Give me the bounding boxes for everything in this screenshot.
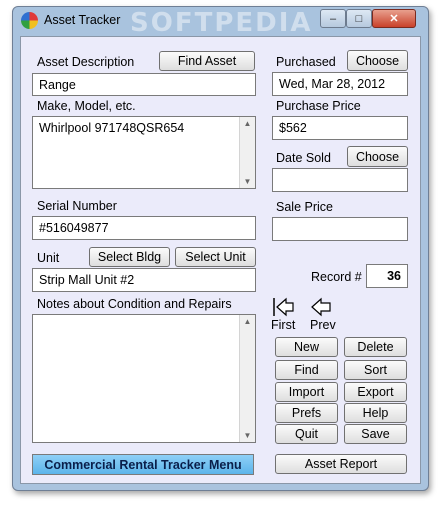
watermark: SOFTPEDIA bbox=[130, 8, 313, 38]
prev-arrow-icon bbox=[311, 297, 331, 317]
select-bldg-button[interactable]: Select Bldg bbox=[89, 247, 170, 267]
record-number-label: Record # bbox=[311, 270, 362, 284]
purchase-price-field[interactable]: $562 bbox=[272, 116, 408, 140]
purchased-date-field[interactable]: Wed, Mar 28, 2012 bbox=[272, 72, 408, 96]
select-unit-button[interactable]: Select Unit bbox=[175, 247, 256, 267]
record-number-field[interactable]: 36 bbox=[366, 264, 408, 288]
date-sold-field[interactable] bbox=[272, 168, 408, 192]
notes-scrollbar[interactable]: ▲ ▼ bbox=[239, 315, 255, 442]
choose-purchased-date-button[interactable]: Choose bbox=[347, 50, 408, 71]
first-record-button[interactable] bbox=[272, 297, 296, 317]
make-model-textarea[interactable]: Whirlpool 971748QSR654 ▲ ▼ bbox=[32, 116, 256, 189]
asset-description-label: Asset Description bbox=[37, 55, 135, 69]
scroll-up-icon[interactable]: ▲ bbox=[240, 119, 255, 128]
choose-sold-date-button[interactable]: Choose bbox=[347, 146, 408, 167]
unit-field[interactable]: Strip Mall Unit #2 bbox=[32, 268, 256, 292]
make-model-label: Make, Model, etc. bbox=[37, 99, 136, 113]
find-asset-button[interactable]: Find Asset bbox=[159, 51, 255, 71]
close-icon: ✕ bbox=[389, 13, 399, 25]
maximize-button[interactable]: □ bbox=[346, 9, 372, 28]
sale-price-field[interactable] bbox=[272, 217, 408, 241]
scroll-down-icon[interactable]: ▼ bbox=[240, 431, 255, 440]
commercial-rental-tracker-menu-button[interactable]: Commercial Rental Tracker Menu bbox=[32, 454, 254, 475]
save-button[interactable]: Save bbox=[344, 424, 407, 444]
delete-button[interactable]: Delete bbox=[344, 337, 407, 357]
close-button[interactable]: ✕ bbox=[372, 9, 416, 28]
sale-price-label: Sale Price bbox=[276, 200, 333, 214]
date-sold-label: Date Sold bbox=[276, 151, 331, 165]
app-icon bbox=[21, 12, 38, 29]
prefs-button[interactable]: Prefs bbox=[275, 403, 338, 423]
asset-description-field[interactable]: Range bbox=[32, 73, 256, 96]
new-button[interactable]: New bbox=[275, 337, 338, 357]
unit-label: Unit bbox=[37, 251, 60, 265]
prev-label: Prev bbox=[310, 318, 336, 332]
prev-record-button[interactable] bbox=[310, 297, 334, 317]
serial-number-label: Serial Number bbox=[37, 199, 117, 213]
sort-button[interactable]: Sort bbox=[344, 360, 407, 380]
find-button[interactable]: Find bbox=[275, 360, 338, 380]
window-title: Asset Tracker bbox=[44, 13, 121, 27]
notes-textarea[interactable]: ▲ ▼ bbox=[32, 314, 256, 443]
asset-report-button[interactable]: Asset Report bbox=[275, 454, 407, 474]
purchase-price-label: Purchase Price bbox=[276, 99, 361, 113]
minimize-button[interactable]: – bbox=[320, 9, 346, 28]
help-button[interactable]: Help bbox=[344, 403, 407, 423]
minimize-icon: – bbox=[329, 12, 337, 25]
notes-label: Notes about Condition and Repairs bbox=[37, 297, 232, 311]
export-button[interactable]: Export bbox=[344, 382, 407, 402]
import-button[interactable]: Import bbox=[275, 382, 338, 402]
serial-number-field[interactable]: #516049877 bbox=[32, 216, 256, 240]
quit-button[interactable]: Quit bbox=[275, 424, 338, 444]
make-model-text: Whirlpool 971748QSR654 bbox=[39, 121, 185, 135]
scroll-down-icon[interactable]: ▼ bbox=[240, 177, 255, 186]
maximize-icon: □ bbox=[355, 12, 363, 25]
first-label: First bbox=[271, 318, 296, 332]
purchased-label: Purchased bbox=[276, 55, 336, 69]
make-model-scrollbar[interactable]: ▲ ▼ bbox=[239, 117, 255, 188]
first-arrow-icon bbox=[273, 297, 294, 317]
scroll-up-icon[interactable]: ▲ bbox=[240, 317, 255, 326]
